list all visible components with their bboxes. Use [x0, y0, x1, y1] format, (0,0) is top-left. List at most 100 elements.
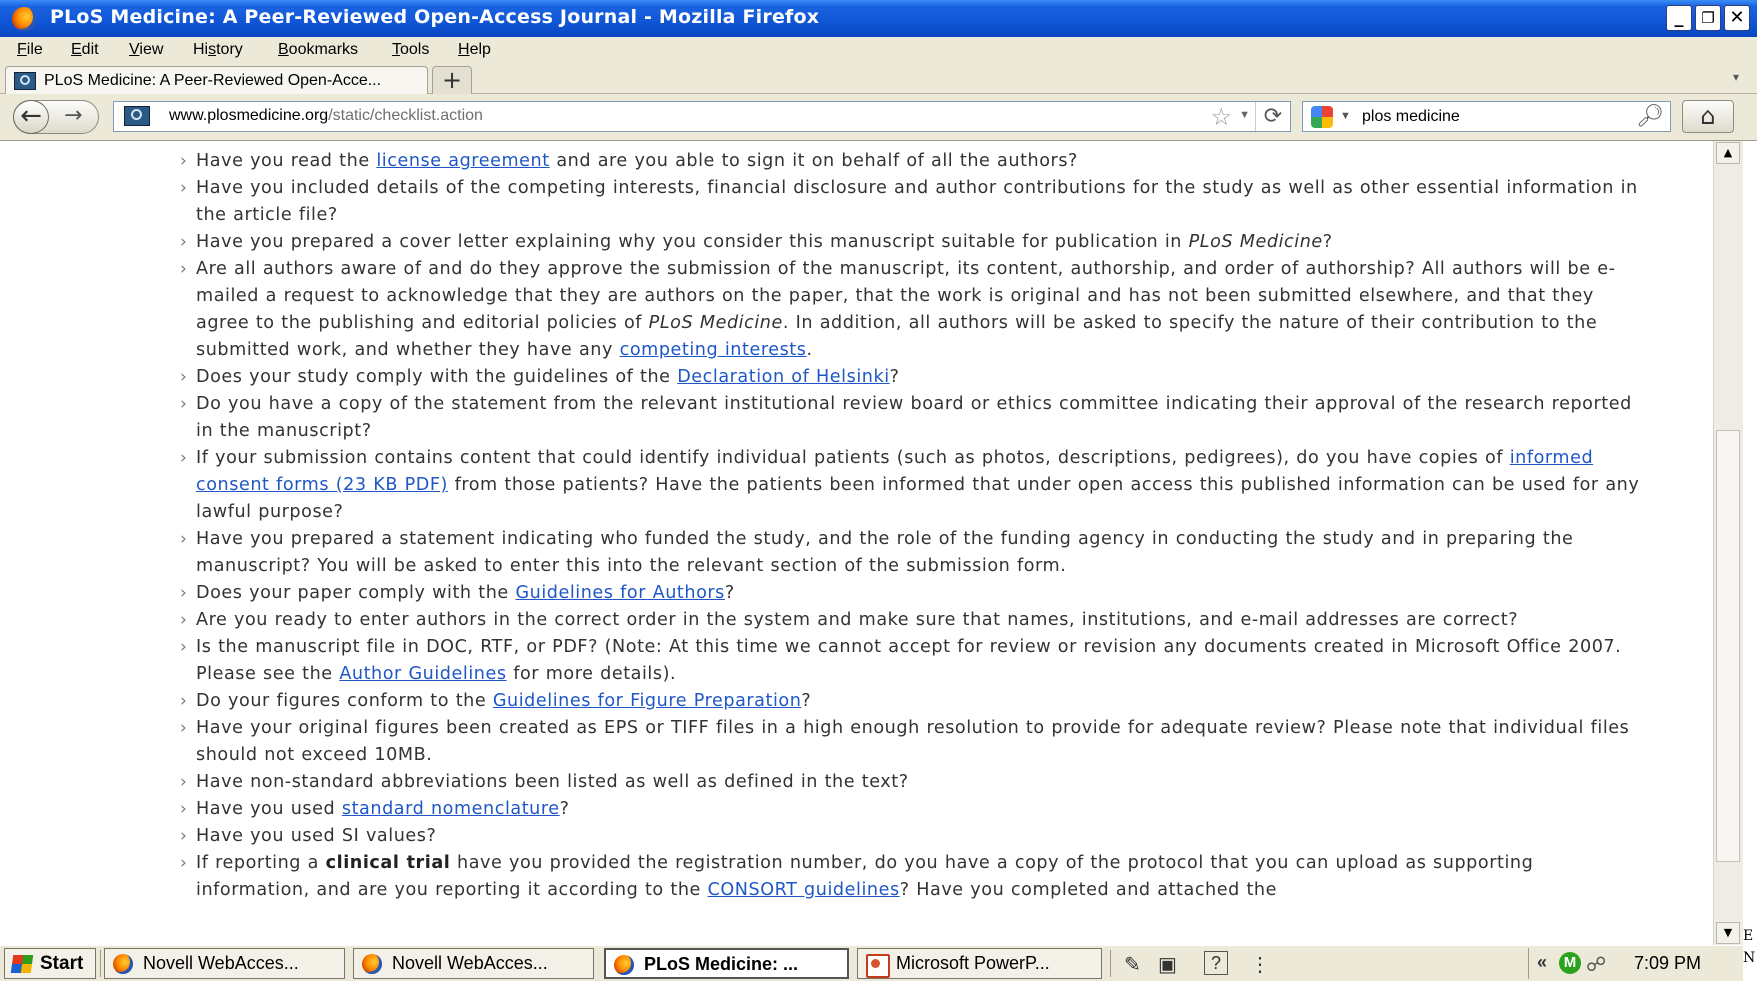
tab-plos-medicine[interactable]: PLoS Medicine: A Peer-Reviewed Open-Acce…: [5, 66, 428, 95]
checklist-item: Is the manuscript file in DOC, RTF, or P…: [180, 634, 1646, 688]
tab-label: PLoS Medicine: A Peer-Reviewed Open-Acce…: [44, 72, 382, 89]
checklist-item: Have you read the license agreement and …: [180, 148, 1646, 175]
powerpoint-icon: [866, 954, 890, 978]
firefox-icon[interactable]: [12, 7, 36, 31]
consort-guidelines-link[interactable]: CONSORT guidelines: [708, 880, 900, 900]
scrollbar-thumb[interactable]: [1716, 430, 1740, 862]
maximize-button[interactable]: ❐: [1695, 5, 1721, 31]
search-engine-dropdown-icon[interactable]: ▼: [1340, 110, 1351, 122]
checklist-text: and are you able to sign it on behalf of…: [549, 151, 1078, 171]
network-tray-icon[interactable]: ☍: [1586, 952, 1606, 977]
task-label: PLoS Medicine: ...: [644, 954, 799, 974]
menu-bar: File Edit View History Bookmarks Tools H…: [0, 37, 1757, 64]
taskbar-separator: [1110, 950, 1111, 977]
task-label: Novell WebAcces...: [143, 953, 299, 973]
menu-mnemonic: F: [17, 41, 27, 58]
search-magnifier-icon[interactable]: 🔎︎: [1636, 103, 1664, 129]
checklist-item: Do you have a copy of the statement from…: [180, 391, 1646, 445]
author-guidelines-link[interactable]: Author Guidelines: [339, 664, 506, 684]
tray-expand-icon[interactable]: «: [1537, 952, 1547, 973]
help-icon[interactable]: ?: [1204, 951, 1228, 975]
tab-bar: PLoS Medicine: A Peer-Reviewed Open-Acce…: [0, 64, 1757, 95]
edge-glyph-top: E: [1743, 928, 1754, 944]
minimize-button[interactable]: _: [1666, 5, 1692, 31]
pen-tool-icon[interactable]: ✎: [1124, 952, 1141, 977]
taskbar-separator: [100, 950, 101, 977]
search-bar[interactable]: ▼ plos medicine 🔎︎: [1302, 101, 1671, 132]
reload-button[interactable]: ⟳: [1255, 102, 1290, 131]
search-input[interactable]: plos medicine: [1362, 108, 1460, 126]
menu-view[interactable]: View: [129, 41, 163, 59]
url-bar[interactable]: www.plosmedicine.org/static/checklist.ac…: [113, 101, 1291, 132]
task-label: Microsoft PowerP...: [896, 953, 1050, 973]
checklist-item: Does your paper comply with the Guidelin…: [180, 580, 1646, 607]
windows-logo-icon: [10, 955, 34, 973]
task-microsoft-powerpoint[interactable]: Microsoft PowerP...: [857, 948, 1102, 979]
tab-list-dropdown-icon[interactable]: ▾: [1733, 70, 1739, 84]
checklist-text: Have you prepared a statement indicating…: [196, 529, 1574, 576]
menu-mnemonic: B: [278, 41, 289, 58]
menu-help[interactable]: Help: [458, 41, 491, 59]
menu-file[interactable]: File: [17, 41, 43, 59]
menu-mnemonic: H: [458, 41, 470, 58]
start-button[interactable]: Start: [4, 948, 96, 979]
checklist-item: If your submission contains content that…: [180, 445, 1646, 526]
url-path: /static/checklist.action: [328, 107, 483, 124]
url-history-dropdown-icon[interactable]: ▼: [1239, 109, 1250, 121]
competing-interests-link[interactable]: competing interests: [620, 340, 807, 360]
back-button[interactable]: ←: [13, 100, 49, 134]
submission-checklist: Have you read the license agreement and …: [180, 148, 1646, 904]
window-title-bar[interactable]: PLoS Medicine: A Peer-Reviewed Open-Acce…: [0, 0, 1757, 37]
journal-name: PLoS Medicine: [1188, 232, 1323, 252]
vertical-scrollbar[interactable]: ▲ ▼: [1713, 141, 1743, 945]
task-novell-webaccess-2[interactable]: Novell WebAcces...: [353, 948, 594, 979]
checklist-text: If your submission contains content that…: [196, 448, 1510, 468]
checklist-item: Have you prepared a cover letter explain…: [180, 229, 1646, 256]
new-tab-button[interactable]: +: [432, 66, 472, 94]
forward-button[interactable]: →: [64, 103, 82, 128]
firefox-icon: [113, 954, 133, 974]
emphasis-text: clinical trial: [325, 853, 451, 873]
checklist-text: ?: [724, 583, 735, 603]
checklist-item: Does your study comply with the guidelin…: [180, 364, 1646, 391]
site-identity-icon[interactable]: [124, 106, 150, 126]
task-novell-webaccess-1[interactable]: Novell WebAcces...: [104, 948, 345, 979]
taskbar-menu-icon[interactable]: ⋮: [1250, 952, 1270, 977]
declaration-of-helsinki-link[interactable]: Declaration of Helsinki: [677, 367, 889, 387]
firefox-icon: [362, 954, 382, 974]
task-label: Novell WebAcces...: [392, 953, 548, 973]
checklist-item: Have you used standard nomenclature?: [180, 796, 1646, 823]
checklist-text: ?: [559, 799, 570, 819]
checklist-text: Do your figures conform to the: [196, 691, 493, 711]
guidelines-for-authors-link[interactable]: Guidelines for Authors: [515, 583, 724, 603]
clock[interactable]: 7:09 PM: [1634, 953, 1701, 974]
scroll-down-arrow-icon[interactable]: ▼: [1716, 922, 1740, 944]
checklist-item: Have you used SI values?: [180, 823, 1646, 850]
checklist-item: Are you ready to enter authors in the co…: [180, 607, 1646, 634]
standard-nomenclature-link[interactable]: standard nomenclature: [342, 799, 560, 819]
right-edge-strip: [1743, 141, 1757, 981]
url-text[interactable]: www.plosmedicine.org/static/checklist.ac…: [169, 107, 483, 125]
page-content: Have you read the license agreement and …: [0, 141, 1713, 945]
google-engine-icon[interactable]: [1311, 106, 1333, 128]
journal-name: PLoS Medicine: [648, 313, 783, 333]
back-forward-group: ← →: [13, 100, 99, 134]
close-button[interactable]: ✕: [1724, 5, 1750, 31]
menu-history[interactable]: History: [193, 41, 243, 59]
bookmark-star-icon[interactable]: ☆: [1210, 103, 1232, 132]
task-plos-medicine[interactable]: PLoS Medicine: ...: [604, 948, 849, 979]
license-agreement-link[interactable]: license agreement: [376, 151, 549, 171]
presentation-icon[interactable]: ▣: [1158, 952, 1177, 977]
checklist-item: Have your original figures been created …: [180, 715, 1646, 769]
url-host: www.plosmedicine.org: [169, 107, 329, 124]
firefox-icon: [614, 955, 634, 975]
scroll-up-arrow-icon[interactable]: ▲: [1716, 142, 1740, 164]
guidelines-for-figure-preparation-link[interactable]: Guidelines for Figure Preparation: [493, 691, 802, 711]
menu-edit[interactable]: Edit: [71, 41, 99, 59]
home-button[interactable]: ⌂: [1682, 100, 1734, 133]
menu-bookmarks[interactable]: Bookmarks: [278, 41, 358, 59]
messenger-tray-icon[interactable]: M: [1559, 952, 1581, 974]
checklist-text: Does your study comply with the guidelin…: [196, 367, 678, 387]
menu-tools[interactable]: Tools: [392, 41, 429, 59]
checklist-item: Have non-standard abbreviations been lis…: [180, 769, 1646, 796]
